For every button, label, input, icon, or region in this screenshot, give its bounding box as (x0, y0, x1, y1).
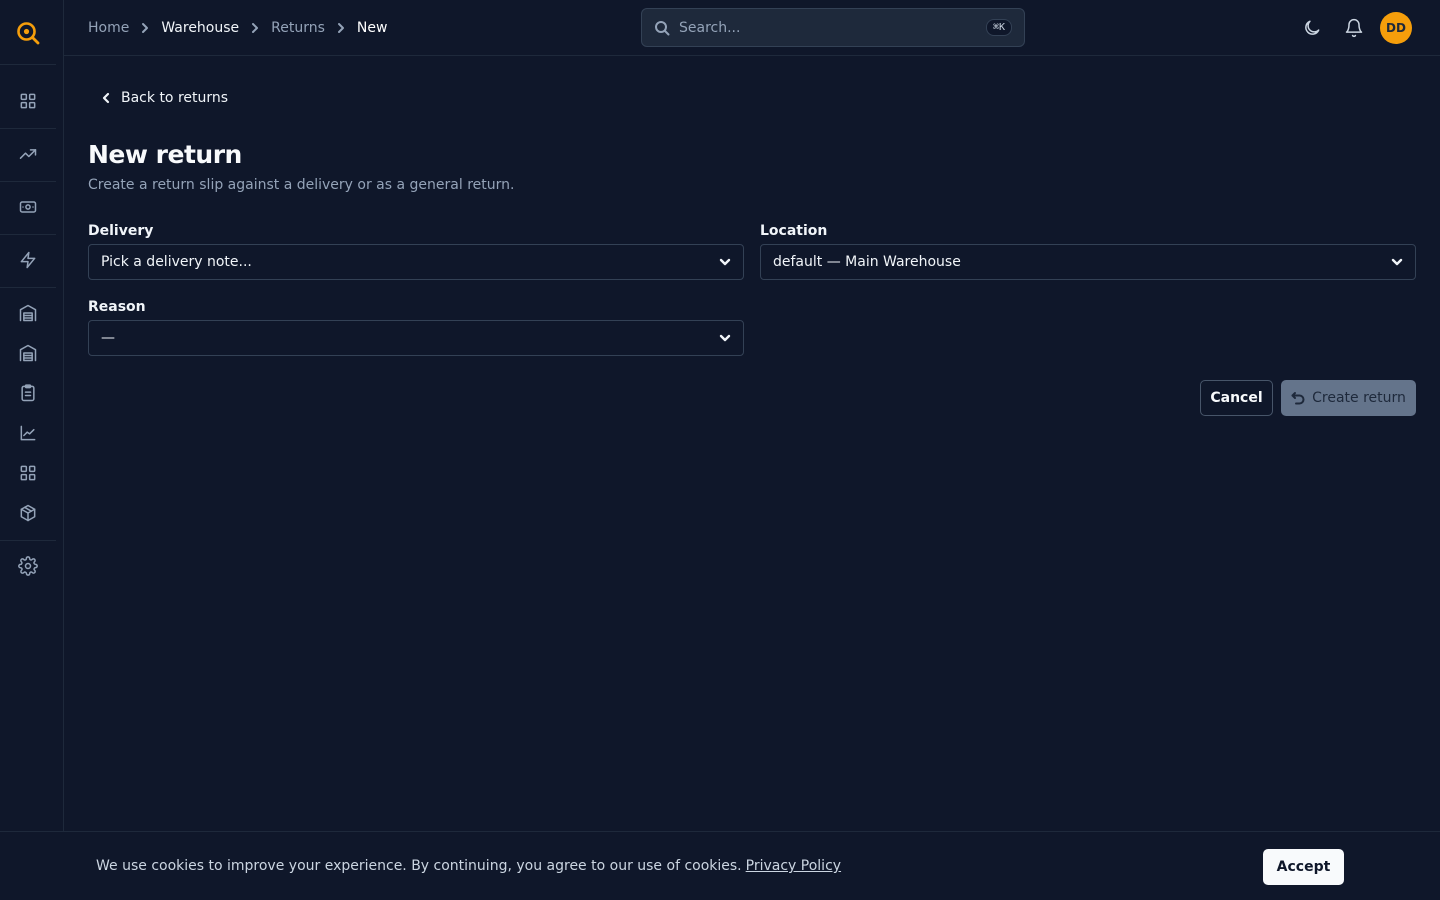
chevron-right-icon (337, 23, 344, 33)
top-header: Home Warehouse Returns New Search... ⌘K … (64, 0, 1440, 56)
create-return-label: Create return (1312, 390, 1406, 406)
location-select-value: default — Main Warehouse (773, 254, 961, 270)
chevron-down-icon (1391, 258, 1403, 266)
page-title: New return (88, 140, 242, 169)
location-label: Location (760, 223, 828, 239)
cookie-message: We use cookies to improve your experienc… (96, 858, 841, 874)
warehouse-icon[interactable] (17, 302, 39, 324)
warehouse-alt-icon[interactable] (17, 342, 39, 364)
chevron-down-icon (719, 258, 731, 266)
sidebar (0, 0, 64, 900)
search-shortcut-badge: ⌘K (985, 19, 1012, 36)
delivery-select-value: Pick a delivery note... (101, 254, 252, 270)
dashboard-icon[interactable] (17, 90, 39, 112)
chevron-down-icon (719, 334, 731, 342)
privacy-policy-link[interactable]: Privacy Policy (746, 858, 841, 874)
page-subtitle: Create a return slip against a delivery … (88, 177, 515, 193)
delivery-label: Delivery (88, 223, 154, 239)
breadcrumb-home[interactable]: Home (88, 20, 129, 36)
reason-label: Reason (88, 299, 146, 315)
create-return-button[interactable]: Create return (1281, 380, 1416, 416)
lightning-icon[interactable] (17, 249, 39, 271)
app-window: Home Warehouse Returns New Search... ⌘K … (0, 0, 1440, 900)
chevron-right-icon (252, 23, 259, 33)
breadcrumb-warehouse[interactable]: Warehouse (161, 20, 239, 36)
app-logo-icon[interactable] (15, 20, 41, 46)
sidebar-divider (0, 234, 56, 235)
back-link-label: Back to returns (121, 90, 229, 106)
search-placeholder: Search... (679, 19, 741, 36)
line-chart-icon[interactable] (17, 422, 39, 444)
sidebar-divider (0, 128, 56, 129)
chevron-left-icon (102, 92, 110, 104)
accept-cookies-button[interactable]: Accept (1263, 849, 1344, 885)
sidebar-divider (0, 181, 56, 182)
cookie-text: We use cookies to improve your experienc… (96, 858, 742, 874)
back-to-returns-link[interactable]: Back to returns (100, 87, 228, 109)
undo-icon (1291, 392, 1305, 405)
breadcrumb-current: New (356, 20, 388, 36)
chevron-right-icon (142, 23, 149, 33)
reason-select[interactable]: — (88, 320, 744, 356)
banknote-icon[interactable] (17, 196, 39, 218)
grid-icon[interactable] (17, 462, 39, 484)
notifications-bell-icon[interactable] (1344, 18, 1364, 38)
sidebar-divider (0, 540, 56, 541)
reason-select-value: — (101, 330, 115, 346)
gear-icon[interactable] (17, 555, 39, 577)
location-select[interactable]: default — Main Warehouse (760, 244, 1416, 280)
trending-up-icon[interactable] (17, 143, 39, 165)
sidebar-divider (0, 64, 56, 65)
cookie-banner: We use cookies to improve your experienc… (0, 831, 1440, 900)
delivery-select[interactable]: Pick a delivery note... (88, 244, 744, 280)
theme-toggle-moon-icon[interactable] (1302, 18, 1322, 38)
breadcrumb-returns[interactable]: Returns (271, 20, 325, 36)
package-icon[interactable] (17, 502, 39, 524)
sidebar-divider (0, 287, 56, 288)
clipboard-list-icon[interactable] (17, 382, 39, 404)
cancel-button[interactable]: Cancel (1200, 380, 1273, 416)
user-avatar[interactable]: DD (1380, 12, 1412, 44)
search-icon (655, 20, 670, 35)
search-input[interactable]: Search... ⌘K (641, 8, 1025, 47)
breadcrumb: Home Warehouse Returns New (88, 0, 387, 56)
